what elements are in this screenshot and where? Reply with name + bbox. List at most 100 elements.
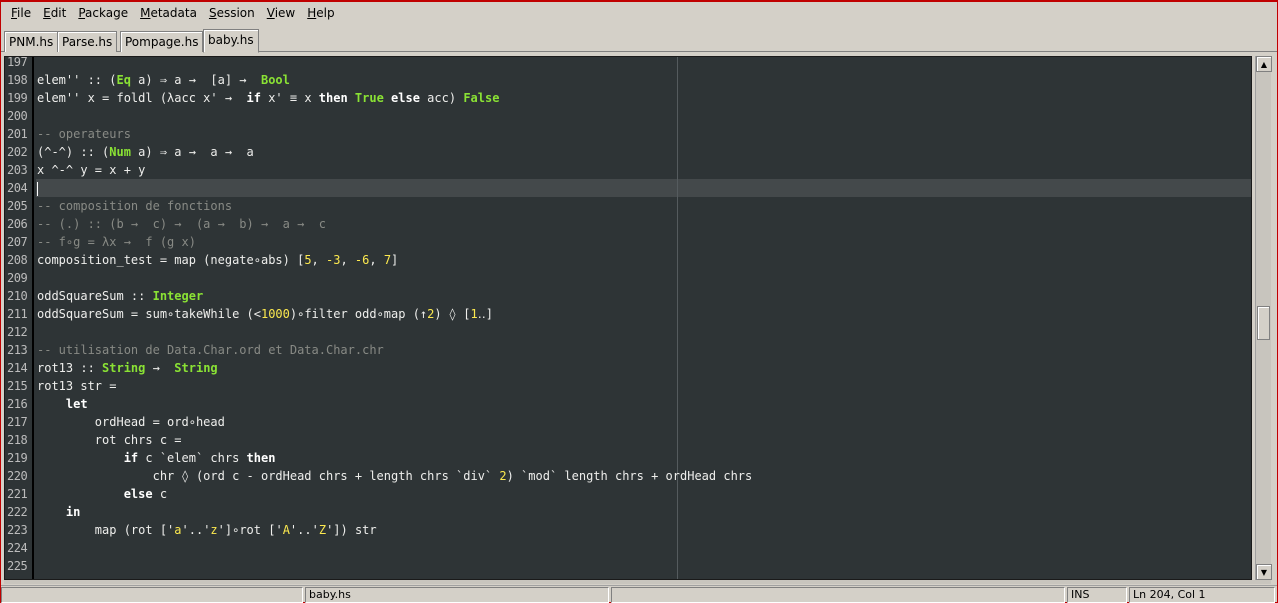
code-line: 208 composition_test = map (negate∘abs) [… xyxy=(5,251,1251,269)
vertical-scrollbar[interactable]: ▲ ▼ xyxy=(1255,56,1272,580)
code-token: x ^-^ y = x + y xyxy=(37,163,146,177)
line-number: 220 xyxy=(7,469,28,483)
code-line: 200 xyxy=(5,107,1251,125)
line-code: elem'' x = foldl (λacc x' → if x' ≡ x th… xyxy=(37,89,499,107)
code-token: -3 xyxy=(326,253,341,267)
code-token: , xyxy=(369,253,384,267)
line-number: 211 xyxy=(7,307,28,321)
code-token: 5 xyxy=(304,253,312,267)
line-code: ordHead = ord∘head xyxy=(37,413,225,431)
code-line: 212 xyxy=(5,323,1251,341)
line-code: if c `elem` chrs then xyxy=(37,449,276,467)
code-token: z xyxy=(210,523,218,537)
code-token: rot13 str = xyxy=(37,379,117,393)
code-token: 1 xyxy=(470,307,478,321)
status-insert-mode: INS xyxy=(1067,587,1127,603)
line-number: 201 xyxy=(7,127,28,141)
code-editor[interactable]: 197 198 elem'' :: (Eq a) ⇒ a → [a] → Bool 1… xyxy=(4,56,1252,580)
line-number: 202 xyxy=(7,145,28,159)
code-line: 211 oddSquareSum = sum∘takeWhile (<1000)∘… xyxy=(5,305,1251,323)
code-token: in xyxy=(65,505,81,519)
menu-bar: File Edit Package Metadata Session View Help xyxy=(1,2,1277,24)
code-line: 205 -- composition de fonctions xyxy=(5,197,1251,215)
code-token: acc) xyxy=(419,91,464,105)
horizontal-scrollbar[interactable] xyxy=(4,580,1271,584)
line-number: 224 xyxy=(7,541,28,555)
line-number: 208 xyxy=(7,253,28,267)
line-number: 203 xyxy=(7,163,28,177)
line-number: 214 xyxy=(7,361,28,375)
status-message xyxy=(1,587,303,603)
line-number: 222 xyxy=(7,505,28,519)
code-line: 209 xyxy=(5,269,1251,287)
line-number: 210 xyxy=(7,289,28,303)
scroll-up-icon[interactable]: ▲ xyxy=(1256,56,1272,72)
scroll-down-icon[interactable]: ▼ xyxy=(1256,564,1272,580)
code-token: ) ◊ [ xyxy=(434,307,471,321)
line-code: map (rot ['a'..'z']∘rot ['A'..'Z']) str xyxy=(37,521,377,539)
code-token: )∘filter odd∘map (↑ xyxy=(289,307,428,321)
code-token: oddSquareSum :: xyxy=(37,289,153,303)
code-token: a) ⇒ a → a → a xyxy=(130,145,254,159)
line-code: rot13 :: String → String xyxy=(37,359,218,377)
line-number: 212 xyxy=(7,325,28,339)
line-number: 204 xyxy=(7,181,28,195)
code-token: a) ⇒ a → [a] → xyxy=(130,73,261,87)
line-number: 217 xyxy=(7,415,28,429)
code-token: -- operateurs xyxy=(37,127,131,141)
menu-session[interactable]: Session xyxy=(203,3,261,23)
code-token: map (rot [' xyxy=(37,523,175,537)
code-line: 202 (^-^) :: (Num a) ⇒ a → a → a xyxy=(5,143,1251,161)
menu-edit[interactable]: Edit xyxy=(37,3,72,23)
code-token: A xyxy=(282,523,290,537)
tab-pompage-hs[interactable]: Pompage.hs xyxy=(120,31,204,52)
code-line: 203 x ^-^ y = x + y xyxy=(5,161,1251,179)
line-code: composition_test = map (negate∘abs) [5, … xyxy=(37,251,398,269)
menu-package[interactable]: Package xyxy=(72,3,134,23)
code-token: String xyxy=(102,361,146,375)
menu-help[interactable]: Help xyxy=(301,3,340,23)
tab-baby-hs[interactable]: baby.hs xyxy=(203,29,259,53)
scroll-thumb[interactable] xyxy=(1257,306,1270,340)
code-token: -- utilisation de Data.Char.ord et Data.… xyxy=(37,343,384,357)
code-token: ‥] xyxy=(477,307,493,321)
line-code: else c xyxy=(37,485,167,503)
code-line: 201 -- operateurs xyxy=(5,125,1251,143)
line-code: -- operateurs xyxy=(37,125,131,143)
code-token: → xyxy=(145,361,175,375)
code-token: elem'' x = foldl (λacc x' → xyxy=(37,91,247,105)
code-line: 197 xyxy=(5,57,1251,71)
line-code: in xyxy=(37,503,80,521)
code-token: (^-^) :: ( xyxy=(37,145,110,159)
line-number: 205 xyxy=(7,199,28,213)
code-lines: 197 198 elem'' :: (Eq a) ⇒ a → [a] → Bool 1… xyxy=(5,57,1251,575)
tab-parse-hs[interactable]: Parse.hs xyxy=(57,31,118,52)
line-number: 219 xyxy=(7,451,28,465)
code-token: ']) str xyxy=(326,523,377,537)
code-line: 225 xyxy=(5,557,1251,575)
line-code: -- composition de fonctions xyxy=(37,197,232,215)
code-token: c xyxy=(152,487,168,501)
line-code xyxy=(37,179,38,197)
tab-pnm-hs[interactable]: PNM.hs xyxy=(4,31,59,52)
menu-metadata[interactable]: Metadata xyxy=(134,3,203,23)
line-code: let xyxy=(37,395,88,413)
code-token: 2 xyxy=(499,469,507,483)
code-token: -- f∘g = λx → f (g x) xyxy=(37,235,196,249)
code-token: then xyxy=(246,451,276,465)
menu-view[interactable]: View xyxy=(261,3,301,23)
line-number: 206 xyxy=(7,217,28,231)
line-number: 207 xyxy=(7,235,28,249)
menu-file[interactable]: File xyxy=(5,3,37,23)
code-token: composition_test = map (negate∘abs) [ xyxy=(37,253,305,267)
line-code: -- (.) :: (b → c) → (a → b) → a → c xyxy=(37,215,326,233)
code-token: False xyxy=(463,91,500,105)
code-token: elem'' :: ( xyxy=(37,73,117,87)
code-token: 1000 xyxy=(260,307,290,321)
code-token: let xyxy=(65,397,88,411)
code-line: 204 xyxy=(5,179,1251,197)
